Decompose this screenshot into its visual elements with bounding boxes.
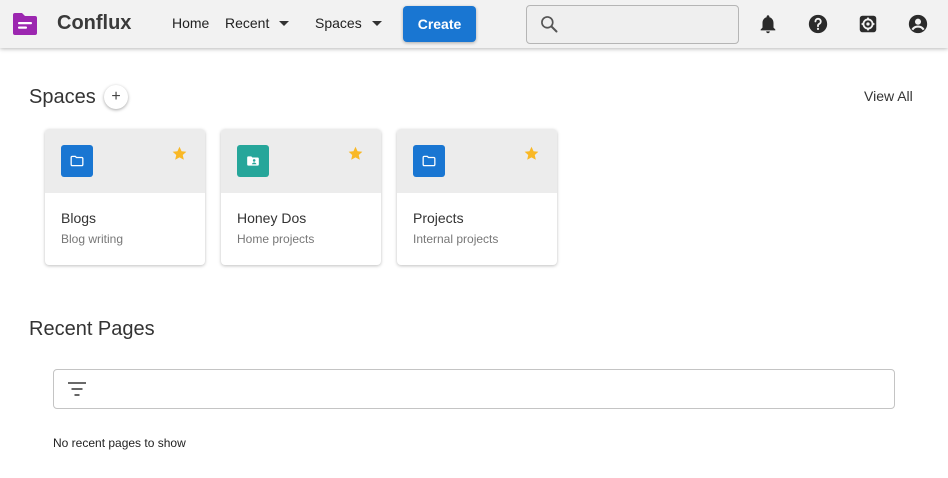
recent-pages-heading: Recent Pages [29, 318, 155, 340]
nav-home[interactable]: Home [172, 15, 209, 31]
folder-shared-icon [237, 145, 269, 177]
space-description: Blog writing [61, 232, 124, 246]
view-all-link[interactable]: View All [864, 88, 913, 104]
space-name: Projects [413, 210, 464, 226]
space-name: Blogs [61, 210, 97, 226]
star-icon[interactable] [171, 145, 188, 162]
app-title[interactable]: Conflux [57, 12, 131, 35]
chevron-down-icon [371, 21, 382, 26]
search-box[interactable] [526, 5, 739, 44]
nav-spaces-dropdown[interactable]: Spaces [315, 15, 382, 31]
account-icon[interactable] [907, 13, 929, 35]
folder-icon [61, 145, 93, 177]
space-name: Honey Dos [237, 210, 307, 226]
filter-input[interactable] [98, 377, 882, 403]
create-button[interactable]: Create [403, 6, 476, 42]
star-icon[interactable] [347, 145, 364, 162]
space-card-projects[interactable]: Projects Internal projects [397, 129, 557, 265]
space-description: Internal projects [413, 232, 499, 246]
help-icon[interactable] [807, 13, 829, 35]
spaces-heading: Spaces [29, 86, 96, 108]
search-input[interactable] [567, 12, 731, 38]
empty-state-message: No recent pages to show [53, 436, 186, 450]
folder-icon [413, 145, 445, 177]
bell-icon[interactable] [757, 13, 779, 35]
space-description: Home projects [237, 232, 315, 246]
search-icon [541, 16, 558, 33]
settings-icon[interactable] [857, 13, 879, 35]
chevron-down-icon [279, 21, 290, 26]
nav-recent-label: Recent [225, 15, 270, 31]
recent-pages-filter[interactable] [53, 369, 895, 409]
nav-recent-dropdown[interactable]: Recent [225, 15, 290, 31]
star-icon[interactable] [523, 145, 540, 162]
top-app-bar: Conflux Home Recent Spaces Create [0, 0, 948, 48]
plus-icon: + [111, 88, 121, 105]
app-logo-icon[interactable] [11, 11, 39, 37]
space-card-blogs[interactable]: Blogs Blog writing [45, 129, 205, 265]
filter-icon [68, 382, 86, 396]
space-card-honey-dos[interactable]: Honey Dos Home projects [221, 129, 381, 265]
nav-spaces-label: Spaces [315, 15, 362, 31]
nav-home-label: Home [172, 15, 210, 31]
add-space-button[interactable]: + [104, 85, 128, 109]
